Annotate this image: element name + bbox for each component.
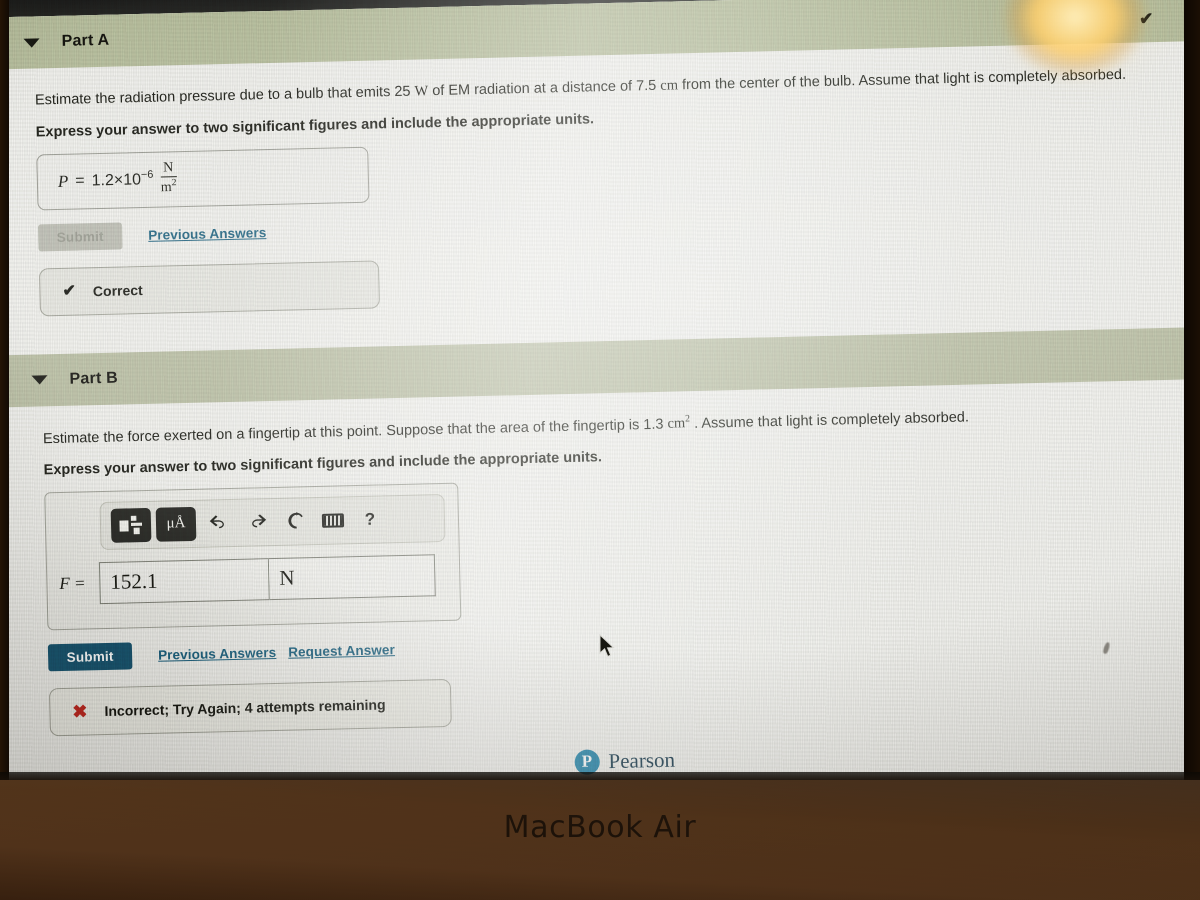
laptop-photo: Y! pearson login - Yahoo Search Results … [0,0,1200,900]
part-b-unit-input[interactable]: N [268,554,436,600]
part-b-question-seg1: Estimate the force exerted on a fingerti… [42,416,664,447]
part-b-request-answer-link[interactable]: Request Answer [288,642,395,660]
part-a-unit-denominator: m2 [160,177,177,196]
bezel-right [1184,0,1200,800]
part-b-area-unit-exp: 2 [684,413,691,425]
keyboard-icon[interactable] [318,503,349,538]
part-a-answer-box: P = 1.2×10−6 N m2 [36,146,370,210]
check-icon: ✔ [1138,9,1154,29]
part-a-distance-unit: cm [660,77,679,94]
part-a-question-seg1: Estimate the radiation pressure due to a… [34,83,411,109]
part-b-answer-label: F = [59,562,100,605]
part-b-field-row: F = 152.1 N [59,554,448,605]
pearson-logo-mark: P [574,749,600,775]
pearson-logo: P Pearson [574,747,676,775]
part-b-value-input[interactable]: 152.1 [98,557,270,604]
part-a-unit-den-base: m [160,180,172,196]
part-b-equals: = [73,573,86,593]
part-a-answer-equals: = [75,171,85,190]
part-b-body: Estimate the force exerted on a fingerti… [0,377,1200,810]
part-a-title: Part A [61,31,110,50]
math-template-icon[interactable] [110,507,152,543]
redo-icon[interactable] [240,505,275,540]
laptop-screen: Y! pearson login - Yahoo Search Results … [0,0,1200,810]
part-a-answer-lhs: P [57,171,69,191]
part-b-submit-button[interactable]: Submit [47,642,133,672]
question-mark-icon[interactable]: ? [353,502,388,537]
units-icon[interactable]: μÅ [155,506,197,542]
part-a-answer-exponent: −6 [140,169,154,182]
part-a-submit-button[interactable]: Submit [37,221,123,251]
part-a-answer-value: 1.2×10−6 [91,169,153,191]
reset-icon[interactable] [279,504,314,539]
part-a-answer-unit: N m2 [160,161,177,196]
units-label: μÅ [166,515,186,532]
part-a-answer-expression: P = 1.2×10−6 N m2 [57,161,177,199]
part-a-body: Estimate the radiation pressure due to a… [0,40,1200,317]
bezel-bottom: MacBook Air [0,780,1200,900]
part-b-previous-answers-link[interactable]: Previous Answers [158,645,276,663]
caret-down-icon[interactable] [23,37,40,48]
help-label: ? [364,509,376,529]
part-b-feedback: ✖ Incorrect; Try Again; 4 attempts remai… [48,678,452,737]
caret-down-icon[interactable] [31,375,48,385]
part-a-unit-numerator: N [160,161,177,178]
part-a-previous-answers-link[interactable]: Previous Answers [148,225,266,243]
part-b-toolbar: μÅ ? [99,493,446,550]
part-b-lhs: F [59,573,70,593]
part-b-question-seg2: . Assume that light is completely absorb… [693,408,970,432]
part-a-question-seg3: from the center of the bulb. Assume that… [681,66,1127,94]
part-a-unit-den-exp: 2 [171,178,177,189]
x-mark-icon: ✖ [72,701,88,722]
part-b-feedback-text: Incorrect; Try Again; 4 attempts remaini… [104,696,386,719]
part-a-feedback-text: Correct [92,281,143,299]
part-b-area-unit-base: cm [667,415,686,433]
mastering-physics-page: Part A ✔ Estimate the radiation pressure… [0,0,1200,810]
pearson-logo-text: Pearson [608,747,676,774]
part-a-feedback: ✔ Correct [38,259,380,316]
part-b-answer-widget: μÅ ? F = 152.1 N [44,482,462,631]
part-a-question-seg2: of EM radiation at a distance of 7.5 [432,77,657,100]
part-b-title: Part B [69,369,119,388]
part-a-power-unit: W [414,83,429,100]
part-a-answer-mantissa: 1.2×10 [91,171,142,190]
check-icon: ✔ [62,282,77,300]
bezel-left [0,0,9,790]
bezel-sheen [0,780,1200,900]
undo-icon[interactable] [201,506,236,541]
part-b-area-unit: cm2 [667,413,691,433]
